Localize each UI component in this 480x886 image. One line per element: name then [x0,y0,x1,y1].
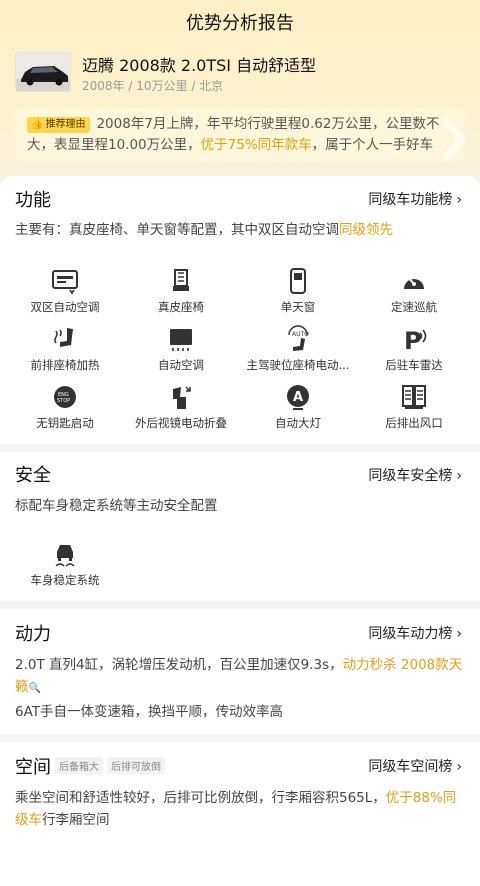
car-mileage: 10万公里 [136,79,188,93]
power-seat-icon: AUTO [288,325,309,351]
ac-panel-icon [52,270,78,295]
power-desc: 2.0T 直列4缸，涡轮增压发动机，百公里加速仅9.3s，动力秒杀 2008款天… [15,657,463,695]
sunroof-icon [290,268,306,294]
feature-item: 定速巡航 [358,267,470,315]
space-desc: 乘坐空间和舒适性较好，后排可比例放倒，行李厢容积565L，优于88%同级车行李厢… [15,790,457,828]
auto-ac-icon [170,329,192,351]
recommend-reason-card: 👍 推荐理由 2008年7月上牌，年平均行驶里程0.62万公里，公里数不大，表显里程… [15,108,465,162]
stability-control-icon [55,545,75,567]
safety-rank-link[interactable]: 同级车安全榜 › [368,465,462,485]
car-city: 北京 [199,79,224,93]
space-tag: 后排可放倒 [107,757,165,774]
feature-item: P 后驻车雷达 [385,327,443,372]
chevron-right-icon: › [456,626,462,642]
function-rank-link[interactable]: 同级车功能榜 › [368,189,462,209]
svg-text:STOP: STOP [57,398,70,404]
feature-item: ENG STOP 无钥匙启动 [9,383,121,431]
feature-item: 前排座椅加热 [9,325,121,373]
keyless-start-icon: ENG STOP [54,386,76,408]
function-desc: 主要有：真皮座椅、单天窗等配置，其中双区自动空调同级领先 [15,222,393,238]
feature-item: 车身稳定系统 [9,540,121,588]
space-rank-link[interactable]: 同级车空间榜 › [368,756,462,776]
svg-text:A: A [293,390,303,405]
car-year: 2008年 [82,79,125,93]
space-title: 空间 后备箱大 后排可放倒 [15,753,165,779]
space-tag: 后备箱大 [55,757,103,774]
feature-item: A 自动大灯 [242,383,354,431]
recommend-badge: 👍 推荐理由 [27,117,91,133]
power-rank-link[interactable]: 同级车动力榜 › [368,623,462,643]
svg-text:P: P [404,327,422,353]
safety-title: 安全 [15,465,51,486]
feature-item: 自动空调 [125,325,237,373]
car-meta: 2008年 / 10万公里 / 北京 [82,79,224,93]
car-summary[interactable]: 迈腾 2008款 2.0TSI 自动舒适型 2008年 / 10万公里 / 北京 [15,50,465,96]
seat-heating-icon [54,328,73,347]
rear-vent-icon [402,385,426,409]
car-title: 迈腾 2008款 2.0TSI 自动舒适型 [82,56,317,75]
parking-radar-icon: P [404,327,427,353]
report-header: 优势分析报告 迈腾 2008款 2.0TSI 自动舒适型 2008年 / 10万… [0,0,480,196]
chevron-right-icon: › [456,468,462,484]
safety-desc: 标配车身稳定系统等主动安全配置 [15,498,218,514]
auto-headlight-icon: A [287,385,309,410]
feature-item: 外后视镜电动折叠 [125,383,237,431]
mirror-fold-icon [173,386,191,409]
car-thumbnail [15,52,71,92]
power-desc-2: 6AT手自一体变速箱，换挡平顺，传动效率高 [15,704,284,720]
cruise-control-icon [404,276,424,289]
power-title: 动力 [15,624,51,645]
svg-text:AUTO: AUTO [292,331,309,338]
feature-item: AUTO 主驾驶位座椅电动... [242,325,354,373]
recommend-text: 👍 推荐理由 2008年7月上牌，年平均行驶里程0.62万公里，公里数不大，表显里程… [27,116,440,153]
safety-section: 安全 同级车安全榜 › 标配车身稳定系统等主动安全配置 车身稳定系统 [0,452,480,601]
feature-item: 双区自动空调 [9,267,121,315]
leather-seat-icon [173,269,189,291]
chevron-right-icon: › [456,192,462,208]
chevron-right-icon: › [456,759,462,775]
feature-item: 后排出风口 [358,383,470,431]
thumbs-up-icon: 👍 [31,119,44,130]
space-section: 空间 后备箱大 后排可放倒 同级车空间榜 › 乘坐空间和舒适性较好，后排可比例放倒，行… [0,742,480,886]
search-icon[interactable]: 🔍 [29,683,41,694]
function-title: 功能 [15,190,51,211]
function-section: 功能 同级车功能榜 › 主要有：真皮座椅、单天窗等配置，其中双区自动空调同级领先 … [0,176,480,444]
feature-item: 单天窗 [242,267,354,315]
feature-item: 真皮座椅 [125,267,237,315]
page-title: 优势分析报告 [186,13,294,34]
power-section: 动力 同级车动力榜 › 2.0T 直列4缸，涡轮增压发动机，百公里加速仅9.3s，… [0,609,480,734]
recommend-highlight: 优于75%同年款车 [200,137,312,153]
